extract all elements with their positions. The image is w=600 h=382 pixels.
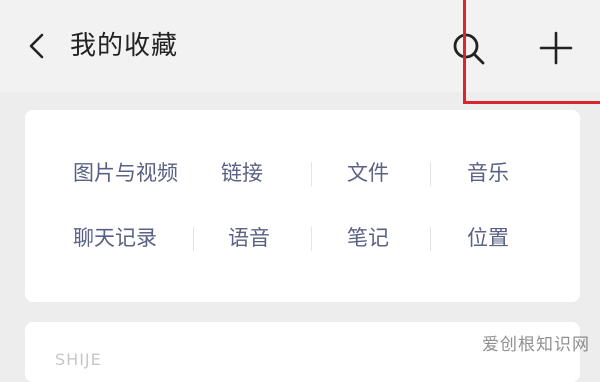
search-icon[interactable]	[450, 30, 488, 68]
category-files[interactable]: 文件	[347, 158, 389, 188]
category-card: 图片与视频 链接 文件 音乐 聊天记录 语音 笔记 位置	[25, 110, 580, 302]
back-arrow-icon[interactable]	[26, 32, 48, 60]
separator	[193, 227, 194, 251]
category-voice[interactable]: 语音	[228, 223, 270, 253]
top-bar: 我的收藏	[0, 0, 600, 92]
category-images-videos[interactable]: 图片与视频	[73, 158, 178, 188]
category-chat-history[interactable]: 聊天记录	[73, 223, 157, 253]
category-notes[interactable]: 笔记	[347, 223, 389, 253]
watermark-text: 爱创根知识网	[482, 335, 590, 355]
separator	[430, 227, 431, 251]
category-music[interactable]: 音乐	[467, 158, 509, 188]
category-location[interactable]: 位置	[467, 223, 509, 253]
plus-icon[interactable]	[538, 30, 574, 66]
category-links[interactable]: 链接	[221, 158, 263, 188]
item-header-text: SHIJE	[55, 350, 102, 369]
page-title: 我的收藏	[70, 31, 179, 61]
separator	[430, 162, 431, 186]
separator	[311, 227, 312, 251]
separator	[311, 162, 312, 186]
